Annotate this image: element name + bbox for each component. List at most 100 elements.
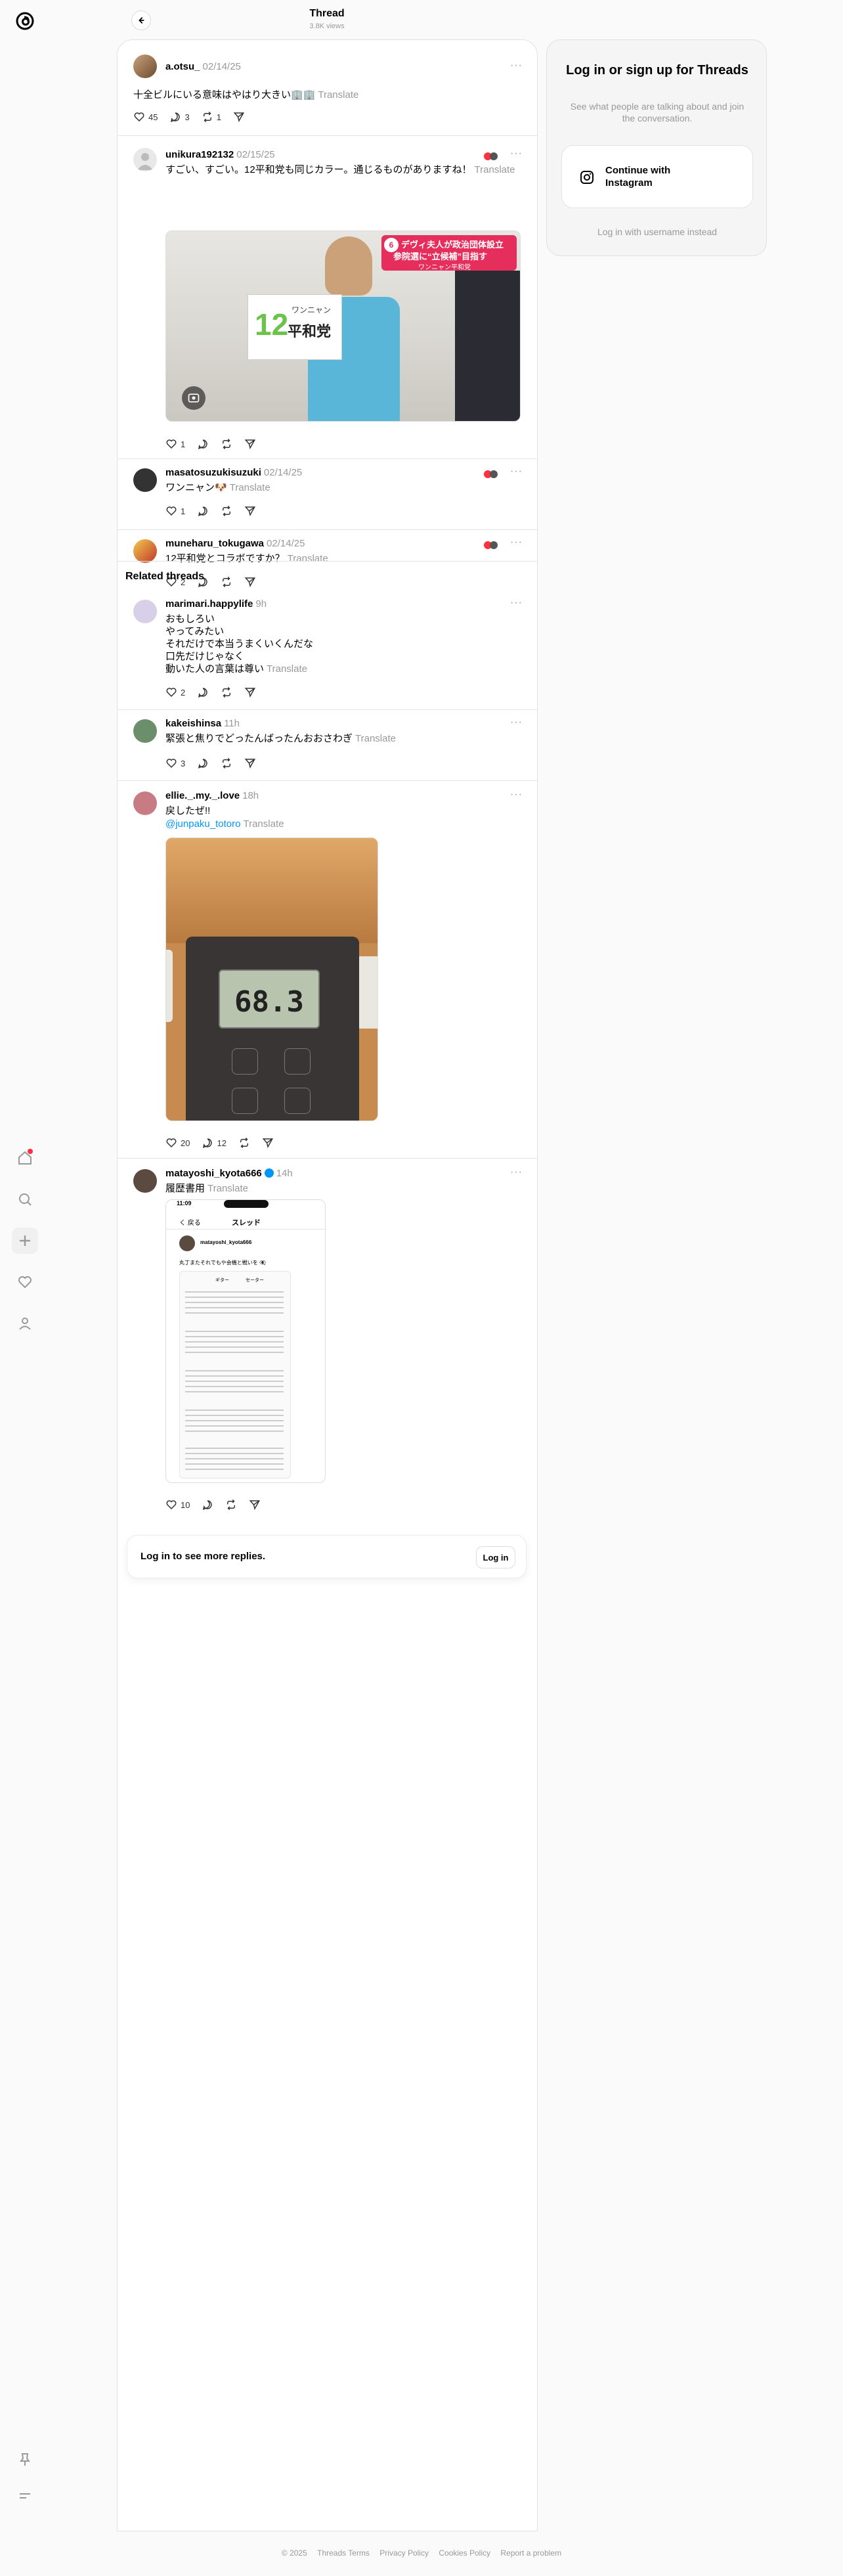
divider — [166, 1229, 325, 1230]
share-button[interactable] — [262, 1137, 274, 1149]
reply-button[interactable] — [197, 438, 209, 450]
share-icon — [249, 1500, 261, 1511]
post-username[interactable]: a.otsu_ — [165, 61, 200, 72]
avatar[interactable] — [133, 148, 157, 171]
translate-link[interactable]: Translate — [230, 482, 270, 493]
menu-icon[interactable] — [12, 2483, 38, 2509]
shot-back-label: く 戻る — [179, 1220, 201, 1227]
translate-link[interactable]: Translate — [267, 663, 307, 675]
more-options-icon[interactable]: ··· — [510, 537, 523, 548]
like-button[interactable]: 1 — [165, 505, 185, 517]
like-button[interactable]: 45 — [133, 111, 158, 123]
more-options-icon[interactable]: ··· — [510, 717, 523, 728]
translate-link[interactable]: Translate — [207, 1183, 248, 1194]
profile-icon[interactable] — [12, 1310, 38, 1337]
author-liked-badge-icon — [484, 541, 498, 549]
share-button[interactable] — [244, 576, 256, 588]
repost-icon — [203, 111, 211, 123]
more-options-icon[interactable]: ··· — [510, 789, 523, 801]
repost-button[interactable] — [221, 438, 232, 450]
pin-icon[interactable] — [12, 2447, 38, 2473]
avatar[interactable] — [133, 539, 157, 563]
login-button[interactable]: Log in — [476, 1546, 515, 1568]
post-username[interactable]: matayoshi_kyota666 — [165, 1168, 262, 1179]
post-text: 緊張と焦りでどったんばったんおおさわぎ — [165, 733, 353, 744]
post-text: すごい、すごい。12平和党も同じカラー。通じるものがありますね！ — [165, 164, 472, 175]
footer-link-cookies[interactable]: Cookies Policy — [439, 2548, 490, 2558]
translate-link[interactable]: Translate — [355, 733, 396, 744]
post-image[interactable]: 12 ワンニャン 平和党 6 デヴィ夫人が政治団体設立 参院選に“立候補”目指す… — [165, 231, 521, 422]
search-icon[interactable] — [12, 1186, 38, 1212]
post-username[interactable]: muneharu_tokugawa — [165, 538, 264, 549]
reply-button[interactable] — [197, 505, 209, 517]
share-button[interactable] — [244, 438, 256, 450]
nested-screenshot: ギター セーター — [179, 1271, 291, 1478]
threads-logo-icon[interactable] — [12, 8, 38, 34]
more-options-icon[interactable]: ··· — [510, 1166, 523, 1178]
share-button[interactable] — [244, 757, 256, 769]
repost-button[interactable]: 1 — [202, 111, 221, 123]
repost-button[interactable] — [221, 505, 232, 517]
post-date: 02/15/25 — [236, 149, 275, 160]
repost-button[interactable] — [221, 686, 232, 698]
more-options-icon[interactable]: ··· — [510, 466, 523, 477]
footer-link-privacy[interactable]: Privacy Policy — [379, 2548, 429, 2558]
person-figure — [325, 236, 372, 296]
share-button[interactable] — [244, 505, 256, 517]
reply-button[interactable]: 12 — [202, 1137, 227, 1149]
post-image[interactable]: 68.3 — [165, 837, 378, 1121]
post-username[interactable]: ellie._.my._.love — [165, 790, 240, 801]
post-image[interactable]: 11:09 く 戻る スレッド matayoshi_kyota666 丸丁またそ… — [165, 1199, 326, 1483]
footer-link-report[interactable]: Report a problem — [500, 2548, 561, 2558]
repost-icon — [240, 1137, 248, 1149]
login-username-link[interactable]: Log in with username instead — [547, 227, 767, 237]
like-button[interactable]: 10 — [165, 1499, 190, 1511]
translate-link[interactable]: Translate — [318, 89, 358, 100]
mention-link[interactable]: @junpaku_totoro — [165, 818, 240, 830]
avatar[interactable] — [133, 468, 157, 492]
repost-button[interactable] — [238, 1137, 250, 1149]
more-options-icon[interactable]: ··· — [510, 60, 523, 72]
footer-link-terms[interactable]: Threads Terms — [317, 2548, 370, 2558]
share-button[interactable] — [244, 686, 256, 698]
like-button[interactable]: 3 — [165, 757, 185, 769]
reply-post: unikura192132 02/15/25 ··· すごい、すごい。12平和党も… — [118, 136, 537, 459]
reply-button[interactable] — [197, 757, 209, 769]
translate-link[interactable]: Translate — [475, 164, 515, 175]
related-post: kakeishinsa 11h ··· 緊張と焦りでどったんばったんおおさわぎ Tr… — [118, 710, 537, 781]
reply-button[interactable]: 3 — [169, 111, 190, 123]
post-username[interactable]: kakeishinsa — [165, 718, 221, 729]
more-options-icon[interactable]: ··· — [510, 597, 523, 609]
share-button[interactable] — [249, 1499, 261, 1511]
heart-icon[interactable] — [12, 1269, 38, 1295]
avatar[interactable] — [133, 719, 157, 743]
like-icon — [166, 1138, 177, 1148]
like-button[interactable]: 20 — [165, 1137, 190, 1149]
plus-icon[interactable] — [12, 1228, 38, 1254]
reply-button[interactable] — [202, 1499, 213, 1511]
avatar[interactable] — [133, 600, 157, 623]
reply-button[interactable] — [197, 686, 209, 698]
footer: © 2025 Threads Terms Privacy Policy Cook… — [0, 2548, 843, 2558]
share-button[interactable] — [233, 111, 245, 123]
foot-shape — [166, 950, 173, 1022]
translate-link[interactable]: Translate — [288, 553, 328, 564]
avatar[interactable] — [133, 791, 157, 815]
alt-text-button[interactable] — [182, 386, 205, 410]
translate-link[interactable]: Translate — [243, 818, 284, 830]
repost-button[interactable] — [221, 576, 232, 588]
reply-icon — [198, 506, 207, 516]
repost-button[interactable] — [221, 757, 232, 769]
avatar[interactable] — [133, 1169, 157, 1193]
avatar[interactable] — [133, 55, 157, 78]
share-icon — [233, 112, 244, 123]
post-username[interactable]: unikura192132 — [165, 149, 234, 160]
post-username[interactable]: marimari.happylife — [165, 598, 253, 610]
continue-with-instagram-button[interactable]: Continue with Instagram — [561, 145, 753, 208]
repost-button[interactable] — [225, 1499, 237, 1511]
like-button[interactable]: 1 — [165, 438, 185, 450]
like-button[interactable]: 2 — [165, 686, 185, 698]
more-options-icon[interactable]: ··· — [510, 148, 523, 160]
home-icon[interactable] — [12, 1145, 38, 1171]
post-username[interactable]: masatosuzukisuzuki — [165, 467, 261, 478]
